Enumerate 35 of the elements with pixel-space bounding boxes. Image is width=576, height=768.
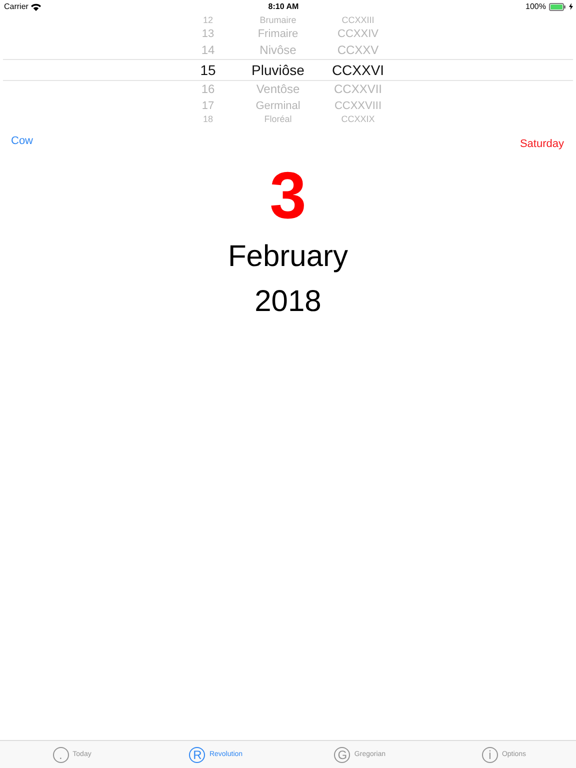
wifi-icon: [31, 2, 42, 10]
carrier-label: Carrier: [4, 2, 28, 11]
picker-year[interactable]: CCXXVIII: [323, 98, 393, 114]
picker-month[interactable]: Pluviôse: [233, 60, 323, 80]
picker-month[interactable]: Nivôse: [233, 42, 323, 59]
tab-icon: G: [334, 746, 350, 762]
picker-month[interactable]: Germinal: [233, 98, 323, 114]
picker-year[interactable]: CCXXIX: [323, 114, 393, 125]
day-name-link[interactable]: Cow: [11, 135, 34, 147]
weekday-label: Saturday: [520, 138, 564, 150]
day-number: 3: [268, 160, 308, 230]
picker-month[interactable]: Floréal: [233, 114, 323, 125]
picker-day[interactable]: 14: [183, 42, 233, 59]
tab-icon: i: [482, 746, 498, 762]
picker-year[interactable]: CCXXIV: [323, 26, 393, 42]
year-label: 2018: [254, 284, 322, 320]
picker-day[interactable]: 16: [183, 81, 233, 98]
month-label: February: [226, 239, 350, 275]
picker-month[interactable]: Ventôse: [233, 81, 323, 98]
picker-day[interactable]: 17: [183, 98, 233, 114]
status-time: 8:10 AM: [268, 2, 299, 11]
picker-day[interactable]: 18: [183, 114, 233, 125]
picker-day[interactable]: 12: [183, 15, 233, 26]
picker-year[interactable]: CCXXVI: [323, 60, 393, 80]
picker-year[interactable]: CCXXIII: [323, 15, 393, 26]
picker-day[interactable]: 13: [183, 26, 233, 42]
tab-icon: .: [52, 746, 69, 762]
tab-icon: R: [189, 746, 206, 762]
picker-month[interactable]: Frimaire: [233, 26, 323, 42]
battery-icon: [549, 2, 566, 10]
picker-year[interactable]: CCXXV: [323, 42, 393, 59]
picker-day[interactable]: 15: [183, 60, 233, 80]
picker-month[interactable]: Brumaire: [233, 15, 323, 26]
battery-percent: 100%: [526, 2, 546, 11]
picker-year[interactable]: CCXXVII: [323, 81, 393, 98]
